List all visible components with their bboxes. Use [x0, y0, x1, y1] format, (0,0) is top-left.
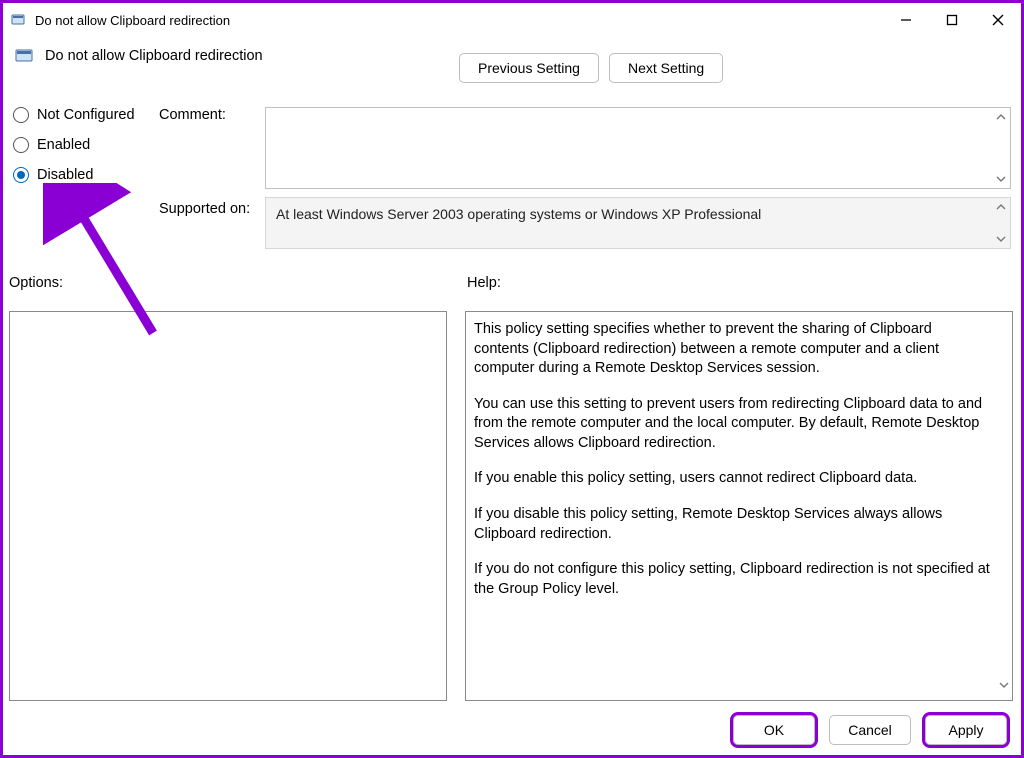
help-text: If you enable this policy setting, users…	[474, 469, 990, 489]
radio-label: Enabled	[37, 137, 90, 153]
next-setting-button[interactable]: Next Setting	[609, 53, 723, 83]
previous-setting-button[interactable]: Previous Setting	[459, 53, 599, 83]
comment-label: Comment:	[159, 107, 226, 123]
options-label: Options:	[9, 275, 63, 291]
help-text: This policy setting specifies whether to…	[474, 320, 990, 379]
setting-state-group: Not Configured Enabled Disabled	[13, 107, 163, 197]
comment-textarea[interactable]	[265, 107, 1011, 189]
help-panel: This policy setting specifies whether to…	[465, 311, 1013, 701]
policy-name: Do not allow Clipboard redirection	[45, 48, 263, 64]
help-label: Help:	[467, 275, 501, 291]
titlebar: Do not allow Clipboard redirection	[3, 3, 1021, 37]
cancel-button[interactable]: Cancel	[829, 715, 911, 745]
policy-icon	[9, 11, 27, 29]
help-text: If you do not configure this policy sett…	[474, 560, 990, 599]
radio-icon	[13, 107, 29, 123]
supported-on-box: At least Windows Server 2003 operating s…	[265, 197, 1011, 249]
close-button[interactable]	[975, 3, 1021, 37]
spin-up-icon[interactable]	[994, 200, 1008, 214]
radio-label: Disabled	[37, 167, 93, 183]
radio-label: Not Configured	[37, 107, 135, 123]
radio-disabled[interactable]: Disabled	[13, 167, 163, 183]
supported-on-text: At least Windows Server 2003 operating s…	[276, 206, 761, 222]
policy-icon	[13, 45, 35, 67]
ok-button[interactable]: OK	[733, 715, 815, 745]
spin-down-icon[interactable]	[994, 232, 1008, 246]
supported-on-label: Supported on:	[159, 201, 250, 217]
help-text: If you disable this policy setting, Remo…	[474, 505, 990, 544]
help-text: You can use this setting to prevent user…	[474, 395, 990, 454]
spin-up-icon[interactable]	[994, 110, 1008, 124]
window-title: Do not allow Clipboard redirection	[35, 13, 230, 28]
radio-enabled[interactable]: Enabled	[13, 137, 163, 153]
minimize-button[interactable]	[883, 3, 929, 37]
spin-down-icon[interactable]	[994, 172, 1008, 186]
policy-dialog-window: Do not allow Clipboard redirection Do no…	[0, 0, 1024, 758]
radio-icon	[13, 137, 29, 153]
apply-button[interactable]: Apply	[925, 715, 1007, 745]
radio-icon	[13, 167, 29, 183]
radio-not-configured[interactable]: Not Configured	[13, 107, 163, 123]
options-panel	[9, 311, 447, 701]
scroll-down-icon[interactable]	[999, 677, 1009, 697]
maximize-button[interactable]	[929, 3, 975, 37]
